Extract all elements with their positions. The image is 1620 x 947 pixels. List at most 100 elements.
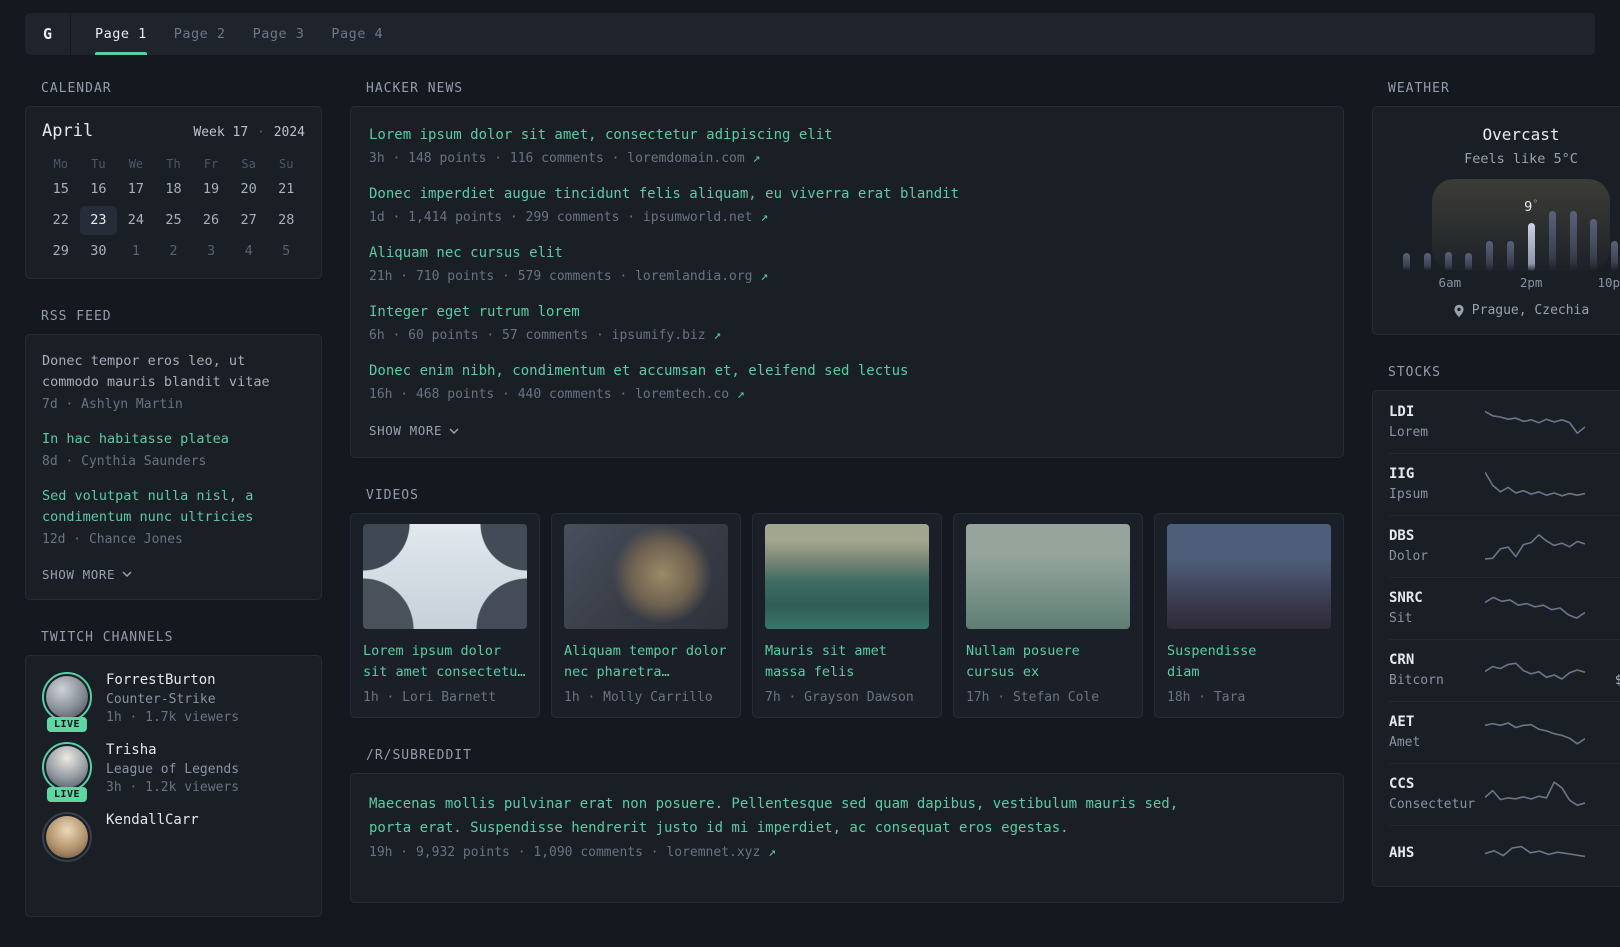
rss-item: Sed volutpat nulla nisl, a condimentum nu… xyxy=(42,486,305,547)
calendar-weekday: Th xyxy=(166,157,181,171)
hn-item-title[interactable]: Integer eget rutrum lorem xyxy=(369,302,1325,323)
video-title: Mauris sit amet massa felis xyxy=(765,643,887,680)
hn-item-title[interactable]: Aliquam nec cursus elit xyxy=(369,243,1325,264)
video-meta: 17h · Stefan Cole xyxy=(966,689,1100,705)
avatar xyxy=(46,675,88,718)
stock-row[interactable]: DBS Dolor +1.42% $156.28 xyxy=(1389,515,1620,577)
hour-label: 6am xyxy=(1438,275,1462,290)
weather-widget: WEATHER Overcast Feels like 5°C 9° 6am 2p… xyxy=(1372,81,1620,335)
video-thumbnail xyxy=(765,524,929,629)
calendar-card: April Week 17 · 2024 Mo Tu We Th Fr Sa Su 15 16… xyxy=(25,106,322,279)
stock-name: Dolor xyxy=(1389,549,1429,564)
subreddit-post-title[interactable]: Maecenas mollis pulvinar erat non posuer… xyxy=(369,792,1325,841)
chevron-down-icon xyxy=(122,571,132,578)
stock-change: +2.84% xyxy=(1593,466,1620,482)
section-title-twitch: TWITCH CHANNELS xyxy=(41,629,174,645)
stock-name: Ipsum xyxy=(1389,487,1429,502)
stock-row[interactable]: CRN Bitcorn -1.00% $66,171.48 xyxy=(1389,639,1620,701)
stock-symbol: LDI xyxy=(1389,404,1415,420)
hn-item-title[interactable]: Donec imperdiet augue tincidunt felis al… xyxy=(369,184,1325,205)
calendar-day: 29 xyxy=(52,243,69,259)
hn-item-meta: 16h · 468 points · 440 comments · loremt… xyxy=(369,387,745,402)
channel-info: Trisha League of Legends 3h · 1.2k viewers xyxy=(106,742,239,795)
section-title-hacker-news: HACKER NEWS xyxy=(366,81,464,96)
hn-show-more-button[interactable]: SHOW MORE xyxy=(369,423,459,438)
rss-item-title[interactable]: Donec tempor eros leo, ut commodo mauris … xyxy=(42,351,305,393)
calendar-week-label: Week 17 xyxy=(193,125,249,140)
video-card[interactable]: Nullam posuere cursus ex 17h · Stefan Cole xyxy=(953,513,1143,718)
weather-condition: Overcast xyxy=(1482,125,1560,144)
rss-item: In hac habitasse platea 8d · Cynthia Saun… xyxy=(42,429,305,469)
stock-price: $66,171.48 xyxy=(1614,673,1620,688)
twitch-card: LIVE ForrestBurton Counter-Strike 1h · 1.7k… xyxy=(25,654,322,917)
video-thumbnail xyxy=(1167,524,1331,629)
show-more-label: SHOW MORE xyxy=(42,566,116,582)
stock-row[interactable]: CCS Consectetur +0.51% $165.84 xyxy=(1389,763,1620,825)
degree-symbol: ° xyxy=(1532,199,1539,210)
stock-id: AET Amet xyxy=(1389,714,1477,750)
calendar-day: 27 xyxy=(240,212,257,228)
rss-item: Donec tempor eros leo, ut commodo mauris … xyxy=(42,351,305,412)
stock-row[interactable]: IIG Ipsum +2.84% $42.04 xyxy=(1389,453,1620,515)
calendar-widget: CALENDAR April Week 17 · 2024 Mo Tu We Th Fr… xyxy=(25,81,322,279)
twitch-channel[interactable]: LIVE Trisha League of Legends 3h · 1.2k vie… xyxy=(42,741,305,802)
tab-page-1[interactable]: Page 1 xyxy=(95,13,147,55)
rss-show-more-button[interactable]: SHOW MORE xyxy=(42,567,132,582)
middle-column: HACKER NEWS Lorem ipsum dolor sit amet, … xyxy=(350,81,1344,933)
temperature-bar xyxy=(1486,241,1494,271)
calendar-weekday: We xyxy=(128,157,144,171)
hn-item: Donec enim nibh, condimentum et accumsan… xyxy=(369,361,1325,402)
hn-item: Lorem ipsum dolor sit amet, consectetur … xyxy=(369,125,1325,166)
channel-meta: 3h · 1.2k viewers xyxy=(106,779,240,795)
video-title: Suspendisse diam xyxy=(1167,643,1257,680)
stock-symbol: AHS xyxy=(1389,844,1415,861)
video-thumbnail xyxy=(363,524,527,629)
calendar-day: 21 xyxy=(278,181,295,197)
calendar-day: 18 xyxy=(165,181,182,197)
calendar-year: 2024 xyxy=(273,125,305,140)
video-title: Lorem ipsum dolor sit amet consectetu… xyxy=(363,643,526,680)
rss-widget: RSS FEED Donec tempor eros leo, ut commod… xyxy=(25,309,322,600)
show-more-label: SHOW MORE xyxy=(369,423,443,438)
calendar-day: 26 xyxy=(202,212,220,228)
external-link-icon: ↗ xyxy=(736,387,745,402)
stock-row[interactable]: LDI Lorem +4.35% $795.18 xyxy=(1389,392,1620,453)
stock-values: -1.00% $66,171.48 xyxy=(1593,652,1620,688)
stock-price: $165.84 xyxy=(1593,797,1620,812)
section-title-weather: WEATHER xyxy=(1388,81,1450,96)
tab-page-3[interactable]: Page 3 xyxy=(253,13,305,55)
calendar-month: April xyxy=(42,121,94,141)
stock-sparkline xyxy=(1485,405,1585,439)
stock-values: +0.92% $499.72 xyxy=(1593,714,1620,750)
stock-row[interactable]: AET Amet +0.92% $499.72 xyxy=(1389,701,1620,763)
tab-page-4[interactable]: Page 4 xyxy=(331,13,383,55)
separator-dot: · xyxy=(257,125,265,140)
stock-symbol: IIG xyxy=(1389,466,1415,482)
twitch-channel[interactable]: LIVE ForrestBurton Counter-Strike 1h · 1.7k… xyxy=(42,671,305,732)
stock-change: +0.51% xyxy=(1593,776,1620,792)
tab-page-2[interactable]: Page 2 xyxy=(174,13,226,55)
stock-row[interactable]: AHS +0.46% xyxy=(1389,825,1620,885)
video-card[interactable]: Lorem ipsum dolor sit amet consectetu… 1h … xyxy=(350,513,540,718)
stock-id: IIG Ipsum xyxy=(1389,466,1477,502)
video-card[interactable]: Mauris sit amet massa felis 7h · Grayson D… xyxy=(752,513,942,718)
avatar-wrap: LIVE xyxy=(42,741,92,802)
rss-item-title[interactable]: In hac habitasse platea xyxy=(42,429,305,450)
video-thumbnail xyxy=(564,524,728,629)
hn-item-title[interactable]: Lorem ipsum dolor sit amet, consectetur … xyxy=(369,125,1325,146)
stock-id: CRN Bitcorn xyxy=(1389,652,1477,688)
hn-item-title[interactable]: Donec enim nibh, condimentum et accumsan… xyxy=(369,361,1325,382)
video-card[interactable]: Suspendisse diam 18h · Tara xyxy=(1154,513,1344,718)
twitch-channel[interactable]: KendallCarr xyxy=(42,811,305,862)
stock-sparkline xyxy=(1485,777,1585,811)
calendar-week-info: Week 17 · 2024 xyxy=(193,125,305,140)
app-logo[interactable]: G xyxy=(25,13,71,55)
stock-row[interactable]: SNRC Sit +1.36% $148.64 xyxy=(1389,577,1620,639)
videos-widget: VIDEOS Lorem ipsum dolor sit amet consect… xyxy=(350,488,1344,718)
stock-name: Bitcorn xyxy=(1389,673,1444,688)
stock-sparkline xyxy=(1485,467,1585,501)
subreddit-post-meta: 19h · 9,932 points · 1,090 comments · lo… xyxy=(369,844,776,860)
rss-item-title[interactable]: Sed volutpat nulla nisl, a condimentum nu… xyxy=(42,486,305,528)
video-card[interactable]: Aliquam tempor dolor nec pharetra… 1h · Mo… xyxy=(551,513,741,718)
video-meta: 1h · Lori Barnett xyxy=(363,689,497,705)
